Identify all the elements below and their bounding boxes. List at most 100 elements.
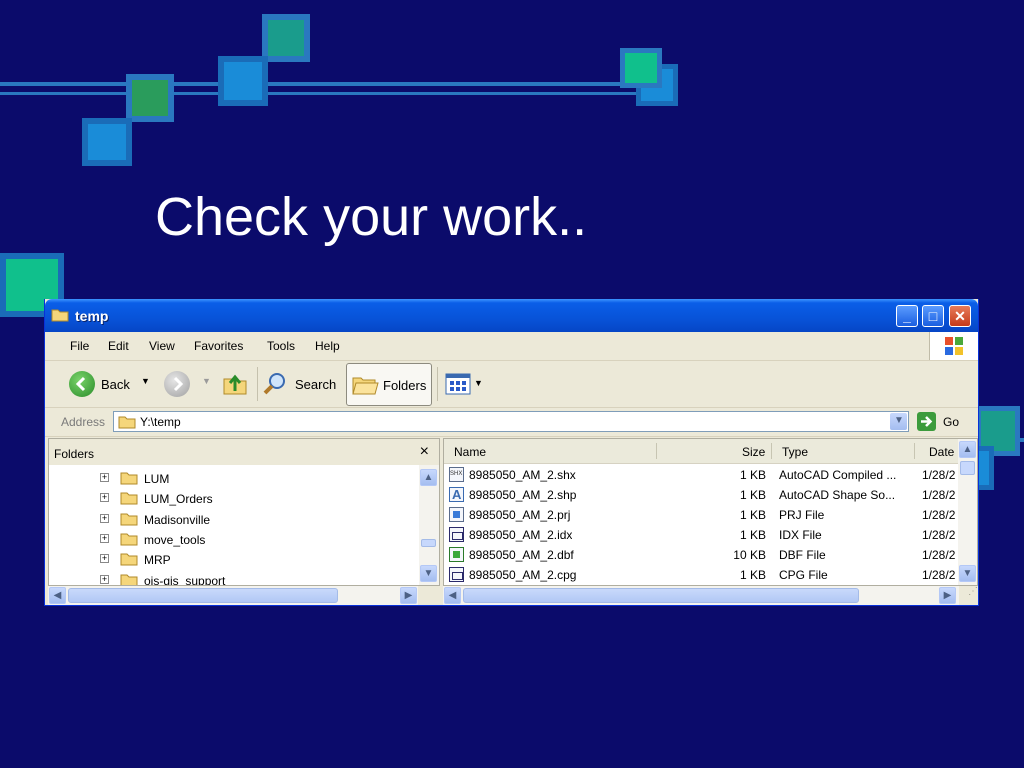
scroll-right-button[interactable]: ▶ <box>939 587 956 604</box>
menu-help[interactable]: Help <box>315 339 340 353</box>
scroll-thumb[interactable] <box>68 588 338 603</box>
file-type: PRJ File <box>779 508 825 522</box>
address-input[interactable]: Y:\temp ▼ <box>113 411 909 432</box>
tree-item-label: ois-gis_support <box>144 574 226 586</box>
folder-icon <box>51 309 69 322</box>
file-name: 8985050_AM_2.shp <box>469 488 577 502</box>
scroll-up-button[interactable]: ▲ <box>959 441 976 458</box>
toolbar-separator <box>437 367 438 401</box>
file-name: 8985050_AM_2.prj <box>469 508 571 522</box>
folder-icon <box>120 553 138 566</box>
scroll-thumb[interactable] <box>960 461 975 475</box>
decorative-line-top-2 <box>0 92 660 95</box>
column-name[interactable]: Name <box>454 445 486 459</box>
folder-icon <box>120 472 138 485</box>
menu-favorites[interactable]: Favorites <box>194 339 243 353</box>
file-row[interactable]: 8985050_AM_2.idx 1 KB IDX File 1/28/2 <box>444 525 959 545</box>
column-type[interactable]: Type <box>782 445 808 459</box>
tree-item-madisonville[interactable]: + Madisonville <box>49 510 414 530</box>
folders-button[interactable]: Folders <box>346 363 432 406</box>
go-button[interactable]: Go <box>943 415 959 429</box>
windows-flag-icon <box>945 337 963 355</box>
file-size: 1 KB <box>739 508 766 522</box>
scroll-right-button[interactable]: ▶ <box>400 587 417 604</box>
up-folder-icon[interactable] <box>221 369 249 397</box>
file-row[interactable]: 8985050_AM_2.dbf 10 KB DBF File 1/28/2 <box>444 545 959 565</box>
folders-pane-header: Folders × <box>49 439 439 465</box>
file-date: 1/28/2 <box>922 568 956 582</box>
file-name: 8985050_AM_2.dbf <box>469 548 574 562</box>
close-button[interactable]: ✕ <box>949 305 971 327</box>
window-titlebar[interactable]: temp _ □ ✕ <box>45 299 978 332</box>
file-row[interactable]: SHX 8985050_AM_2.shx 1 KB AutoCAD Compil… <box>444 465 959 485</box>
maximize-icon: □ <box>928 308 938 324</box>
expand-icon[interactable]: + <box>100 534 109 543</box>
address-dropdown-button[interactable]: ▼ <box>890 413 907 430</box>
file-row[interactable]: 8985050_AM_2.prj 1 KB PRJ File 1/28/2 <box>444 505 959 525</box>
column-divider[interactable] <box>656 443 657 459</box>
folders-horizontal-scrollbar[interactable]: ◀ ▶ <box>48 586 418 605</box>
tree-item-lum-orders[interactable]: + LUM_Orders <box>49 489 414 509</box>
search-label: Search <box>295 377 337 392</box>
file-type: CPG File <box>779 568 828 582</box>
shx-file-icon: SHX <box>449 467 464 482</box>
address-bar: Address Y:\temp ▼ Go <box>45 408 978 437</box>
dbf-file-icon <box>449 547 464 562</box>
close-icon[interactable]: × <box>420 443 429 461</box>
decorative-line-top <box>0 82 660 86</box>
back-button[interactable]: Back ▼ <box>67 369 151 399</box>
search-button[interactable]: Search <box>262 369 340 399</box>
tree-item-mrp[interactable]: + MRP <box>49 550 414 570</box>
column-header: Name Size Type Date <box>444 439 977 464</box>
window-title: temp <box>75 308 109 324</box>
scroll-up-button[interactable]: ▲ <box>420 469 437 486</box>
column-size[interactable]: Size <box>742 445 765 459</box>
file-name: 8985050_AM_2.cpg <box>469 568 577 582</box>
explorer-window: temp _ □ ✕ File Edit View Favorites Tool… <box>44 299 979 606</box>
expand-icon[interactable]: + <box>100 575 109 584</box>
resize-grip-icon[interactable]: ⋰ <box>959 586 978 604</box>
folders-pane-title: Folders <box>54 447 95 461</box>
column-divider[interactable] <box>771 443 772 459</box>
menu-edit[interactable]: Edit <box>108 339 129 353</box>
column-date[interactable]: Date <box>929 445 954 459</box>
forward-arrow-icon[interactable] <box>164 371 190 397</box>
scroll-left-button[interactable]: ◀ <box>49 587 66 604</box>
files-pane: Name Size Type Date SHX 8985050_AM_2.shx… <box>443 438 978 586</box>
files-horizontal-scrollbar[interactable]: ◀ ▶ <box>443 586 959 605</box>
scroll-down-button[interactable]: ▼ <box>959 565 976 582</box>
minimize-button[interactable]: _ <box>896 305 918 327</box>
menu-view[interactable]: View <box>149 339 175 353</box>
expand-icon[interactable]: + <box>100 514 109 523</box>
tree-item-ois-gis-support[interactable]: + ois-gis_support <box>49 571 414 586</box>
tree-item-lum[interactable]: + LUM <box>49 469 414 489</box>
views-button[interactable]: ▼ <box>444 371 486 397</box>
scroll-thumb[interactable] <box>421 539 436 547</box>
column-divider[interactable] <box>914 443 915 459</box>
folders-vertical-scrollbar[interactable]: ▲ ▼ <box>419 465 439 585</box>
file-size: 1 KB <box>739 528 766 542</box>
scroll-thumb[interactable] <box>463 588 859 603</box>
file-name: 8985050_AM_2.idx <box>469 528 573 542</box>
file-row[interactable]: 8985050_AM_2.cpg 1 KB CPG File 1/28/2 <box>444 565 959 585</box>
close-icon: ✕ <box>954 308 966 324</box>
files-vertical-scrollbar[interactable]: ▲ ▼ <box>958 439 977 585</box>
folders-pane: Folders × + LUM + LUM_Orders + Madisonvi… <box>48 438 440 586</box>
expand-icon[interactable]: + <box>100 554 109 563</box>
scroll-down-button[interactable]: ▼ <box>420 565 437 582</box>
tree-item-move-tools[interactable]: + move_tools <box>49 530 414 550</box>
expand-icon[interactable]: + <box>100 473 109 482</box>
forward-dropdown-icon[interactable]: ▼ <box>202 376 211 386</box>
tree-item-label: LUM <box>144 472 170 486</box>
scroll-left-button[interactable]: ◀ <box>444 587 461 604</box>
search-icon <box>263 373 285 395</box>
expand-icon[interactable]: + <box>100 493 109 502</box>
menu-file[interactable]: File <box>70 339 89 353</box>
decorative-square <box>218 56 268 106</box>
toolbar-separator <box>257 367 258 401</box>
go-arrow-icon[interactable] <box>917 412 936 431</box>
menu-tools[interactable]: Tools <box>267 339 295 353</box>
maximize-button[interactable]: □ <box>922 305 944 327</box>
tree-item-label: LUM_Orders <box>144 492 213 506</box>
file-row[interactable]: A 8985050_AM_2.shp 1 KB AutoCAD Shape So… <box>444 485 959 505</box>
